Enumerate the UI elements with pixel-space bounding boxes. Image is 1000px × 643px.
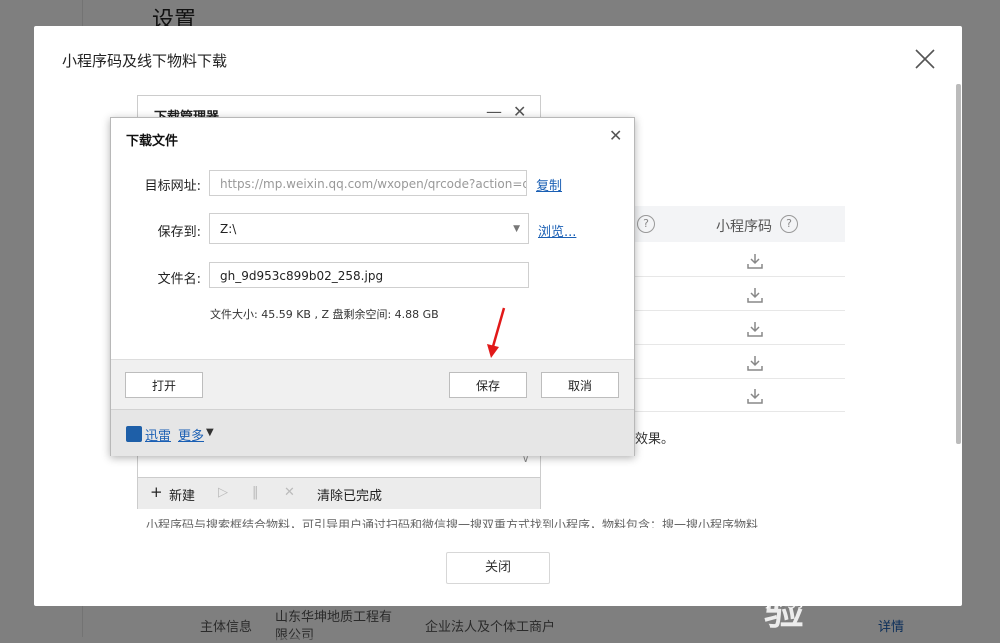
- filename-label: 文件名:: [157, 272, 201, 287]
- download-icon[interactable]: [747, 355, 763, 371]
- xunlei-icon: [126, 426, 142, 442]
- baidu-watermark-url: jingyan.baidu.com: [766, 590, 923, 610]
- pause-icon[interactable]: ‖: [252, 485, 259, 500]
- baidu-watermark: Bai du 经验: [764, 530, 961, 634]
- delete-icon[interactable]: ✕: [284, 485, 295, 500]
- chevron-down-icon[interactable]: ∨: [522, 454, 538, 476]
- more-link[interactable]: 更多: [178, 425, 204, 444]
- open-button[interactable]: 打开: [125, 372, 203, 398]
- dropdown-arrow-icon[interactable]: ▼: [206, 427, 214, 438]
- file-info-text: 文件大小: 45.59 KB , Z 盘剩余空间: 4.88 GB: [210, 308, 439, 321]
- dropdown-arrow-icon: ▼: [513, 224, 520, 234]
- save-to-label: 保存到:: [157, 225, 201, 240]
- cancel-button[interactable]: 取消: [541, 372, 619, 398]
- help-icon[interactable]: ?: [780, 215, 798, 233]
- target-url-label: 目标网址:: [144, 179, 201, 194]
- close-icon[interactable]: [912, 46, 938, 72]
- red-arrow-annotation: [487, 307, 506, 358]
- browse-link[interactable]: 浏览...: [538, 221, 576, 240]
- download-file-dialog: 下载文件 ✕ 目标网址: https://mp.weixin.qq.com/wx…: [110, 117, 635, 456]
- save-to-select[interactable]: Z:\ ▼: [209, 213, 529, 244]
- help-icon[interactable]: ?: [637, 215, 655, 233]
- filename-input[interactable]: gh_9d953c899b02_258.jpg: [209, 262, 529, 288]
- download-icon[interactable]: [747, 253, 763, 269]
- save-button[interactable]: 保存: [449, 372, 527, 398]
- copy-link[interactable]: 复制: [536, 175, 562, 194]
- new-button[interactable]: 新建: [169, 485, 195, 504]
- save-to-value: Z:\: [220, 222, 237, 236]
- dialog-title: 小程序码及线下物料下载: [62, 52, 228, 70]
- description-text: 小程序码与搜索框结合物料，可引导用户通过扫码和微信搜一搜双重方式找到小程序，物料…: [146, 518, 759, 528]
- xunlei-link[interactable]: 迅雷: [145, 425, 171, 444]
- dialog-bottom-bar: 迅雷 更多 ▼: [111, 409, 634, 456]
- close-icon[interactable]: ✕: [609, 126, 622, 145]
- download-file-title: 下载文件: [126, 134, 179, 149]
- close-button[interactable]: 关闭: [446, 552, 550, 584]
- download-manager-toolbar: + 新建 ▷ ‖ ✕ 清除已完成: [138, 477, 540, 509]
- download-icon[interactable]: [747, 287, 763, 303]
- download-icon[interactable]: [747, 321, 763, 337]
- scrollbar[interactable]: [956, 84, 961, 444]
- dialog-footer: 打开 保存 取消: [111, 359, 634, 410]
- play-icon[interactable]: ▷: [218, 485, 228, 500]
- target-url-field[interactable]: https://mp.weixin.qq.com/wxopen/qrcode?a…: [209, 170, 527, 196]
- column-header-qrcode: 小程序码: [716, 219, 772, 235]
- plus-icon[interactable]: +: [150, 483, 163, 501]
- clear-completed-button[interactable]: 清除已完成: [317, 485, 382, 504]
- download-icon[interactable]: [747, 388, 763, 404]
